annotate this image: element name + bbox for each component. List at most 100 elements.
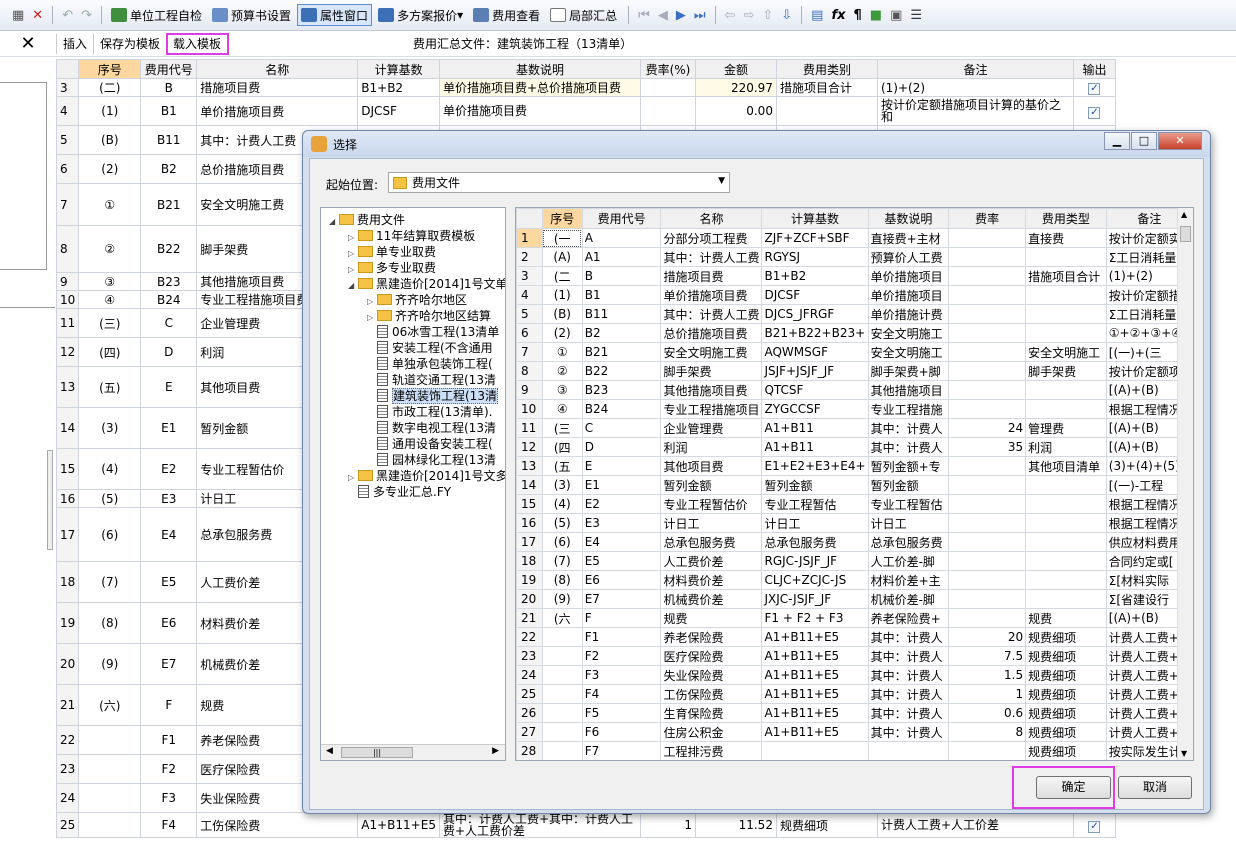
cell-type[interactable]: 规费细项 <box>1025 684 1107 704</box>
cell-rate[interactable] <box>948 342 1027 362</box>
cell-note[interactable]: (1)+(2) <box>876 78 1074 97</box>
cell-rate[interactable]: 35 <box>948 437 1027 457</box>
cell-code[interactable]: B11 <box>140 125 198 155</box>
cell-base[interactable]: JSJF+JSJF_JF <box>761 361 869 381</box>
cell-cat[interactable] <box>775 96 878 126</box>
cell-type[interactable]: 措施项目合计 <box>1025 266 1107 286</box>
grid-row[interactable]: 9 ③ B23 其他措施项目费 QTCSF 其他措施项目 [(A)+(B) <box>516 380 1193 400</box>
screen-icon[interactable]: ▣ <box>890 8 902 23</box>
cell-type[interactable] <box>1025 513 1107 533</box>
tree-file[interactable]: 06冰雪工程(13清单 <box>367 324 499 340</box>
cell-type[interactable] <box>1025 399 1107 419</box>
grid-icon[interactable]: ▦ <box>12 8 24 23</box>
cell-rate[interactable]: 7.5 <box>948 646 1027 666</box>
cell-base[interactable]: DJCSF <box>357 96 440 126</box>
cell-seq[interactable]: ③ <box>78 272 142 291</box>
grid-row[interactable]: 24 F3 失业保险费 A1+B11+E5 其中：计费人 1.5 规费细项 计费人工费+ <box>516 665 1193 685</box>
scroll-thumb[interactable]: ||| <box>341 747 413 758</box>
cell-base[interactable]: A1+B11+E5 <box>761 627 869 647</box>
column-header[interactable]: 基数说明 <box>438 59 641 79</box>
grid-row[interactable]: 28 F7 工程排污费 规费细项 按实际发生计 <box>516 741 1193 760</box>
cell-code[interactable]: E <box>581 456 662 476</box>
cell-type[interactable] <box>1025 589 1107 609</box>
cell-desc[interactable]: 其中：计费人 <box>867 418 950 438</box>
cell-rate[interactable] <box>948 266 1027 286</box>
cell-type[interactable] <box>1025 570 1107 590</box>
cell-code[interactable]: F <box>140 684 198 726</box>
cell-rate[interactable]: 1 <box>948 684 1027 704</box>
cell-base[interactable]: A1+B11+E5 <box>357 812 440 838</box>
grid-row[interactable]: 4 (1) B1 单价措施项目费 DJCSF 单价措施项目 按计价定额措 <box>516 285 1193 305</box>
maximize-button[interactable]: □ <box>1131 132 1157 150</box>
cell-code[interactable]: E3 <box>140 489 198 508</box>
tree-folder[interactable]: ▷ 齐齐哈尔地区结算 <box>367 308 491 324</box>
tree-folder[interactable]: ▷ 多专业取费 <box>348 260 436 276</box>
ok-button[interactable]: 确定 <box>1036 776 1111 799</box>
cell-rate[interactable] <box>639 78 696 97</box>
cell-seq[interactable] <box>541 627 583 647</box>
cell-type[interactable]: 直接费 <box>1025 228 1107 248</box>
cell-seq[interactable]: (2) <box>78 154 142 184</box>
cell-rate[interactable] <box>948 304 1027 324</box>
cell-name[interactable]: 专业工程措施项目 <box>660 399 763 419</box>
tree-file[interactable]: 多专业汇总.FY <box>348 484 451 500</box>
cell-code[interactable]: E4 <box>581 532 662 552</box>
first-record-icon[interactable]: ⏮ <box>638 8 650 23</box>
cell-name[interactable]: 总承包服务费 <box>660 532 763 552</box>
cell-base[interactable]: ZYGCCSF <box>761 399 869 419</box>
tree-folder[interactable]: ▷ 11年结算取费模板 <box>348 228 475 244</box>
cell-seq[interactable]: ① <box>78 183 142 226</box>
cell-name[interactable]: 总价措施项目费 <box>660 323 763 343</box>
cell-desc[interactable]: 单价措施项目费+总价措施项目费 <box>438 78 641 97</box>
cell-seq[interactable]: (5) <box>541 513 583 533</box>
cell-name[interactable]: 工伤保险费 <box>196 812 359 838</box>
cell-desc[interactable]: 养老保险费+ <box>867 608 950 628</box>
grid-row[interactable]: 11 (三 C 企业管理费 A1+B11 其中：计费人 24 管理费 [(A)+(B) <box>516 418 1193 438</box>
column-header[interactable]: 计算基数 <box>357 59 440 79</box>
cell-note[interactable]: 计费人工费+人工价差 <box>876 812 1074 838</box>
grid-row[interactable]: 15 (4) E2 专业工程暂估价 专业工程暂估 专业工程暂估 根据工程情况 <box>516 494 1193 514</box>
cell-desc[interactable]: 单价措施计费 <box>867 304 950 324</box>
grid-row[interactable]: 8 ② B22 脚手架费 JSJF+JSJF_JF 脚手架费+脚 脚手架费 按计价定额项 <box>516 361 1193 381</box>
cell-code[interactable]: E <box>140 366 198 408</box>
grid-column-header[interactable]: 基数说明 <box>867 208 950 229</box>
cell-amount[interactable]: 0.00 <box>694 96 777 126</box>
expand-toggle-icon[interactable]: ◢ <box>329 214 339 230</box>
cell-code[interactable]: E7 <box>581 589 662 609</box>
cell-code[interactable]: A1 <box>581 247 662 267</box>
tree-file[interactable]: 轨道交通工程(13清 <box>367 372 496 388</box>
output-checkbox[interactable]: ✓ <box>1088 83 1101 95</box>
cell-seq[interactable]: (二 <box>541 266 583 286</box>
grid-row[interactable]: 27 F6 住房公积金 A1+B11+E5 其中：计费人 8 规费细项 计费人工费+ <box>516 722 1193 742</box>
cell-code[interactable]: B22 <box>581 361 662 381</box>
cell-code[interactable]: E1 <box>581 475 662 495</box>
cell-desc[interactable]: 其中：计费人 <box>867 665 950 685</box>
toolbar-button-1[interactable]: 预算书设置 <box>208 4 295 26</box>
cell-type[interactable] <box>1025 285 1107 305</box>
cell-code[interactable]: C <box>140 308 198 338</box>
cell-code[interactable]: F3 <box>581 665 662 685</box>
cell-name[interactable]: 人工费价差 <box>660 551 763 571</box>
cell-code[interactable]: B23 <box>581 380 662 400</box>
tree-folder[interactable]: ▷ 单专业取费 <box>348 244 436 260</box>
column-header[interactable]: 序号 <box>78 59 142 79</box>
grid-row[interactable]: 22 F1 养老保险费 A1+B11+E5 其中：计费人 20 规费细项 计费人工费+ <box>516 627 1193 647</box>
move-down-icon[interactable]: ⇩ <box>781 8 792 23</box>
tree-folder[interactable]: ◢ 黑建造价[2014]1号文单 <box>348 276 505 292</box>
grid-row[interactable]: 3 (二 B 措施项目费 B1+B2 单价措施项目 措施项目合计 (1)+(2) <box>516 266 1193 286</box>
cell-code[interactable]: B2 <box>140 154 198 184</box>
cell-desc[interactable]: 暂列金额+专 <box>867 456 950 476</box>
cell-code[interactable]: B <box>581 266 662 286</box>
grid-row[interactable]: 26 F5 生育保险费 A1+B11+E5 其中：计费人 0.6 规费细项 计费人工费+ <box>516 703 1193 723</box>
cell-base[interactable]: B1+B2 <box>357 78 440 97</box>
tree-folder[interactable]: ▷ 黑建造价[2014]1号文多 <box>348 468 505 484</box>
cell-base[interactable]: DJCSF <box>761 285 869 305</box>
cell-name[interactable]: 专业工程暂估价 <box>660 494 763 514</box>
cell-seq[interactable] <box>78 754 142 784</box>
cell-rate[interactable] <box>639 96 696 126</box>
cell-rate[interactable] <box>948 513 1027 533</box>
cell-rate[interactable]: 8 <box>948 722 1027 742</box>
output-checkbox[interactable]: ✓ <box>1088 106 1101 119</box>
cell-name[interactable]: 材料费价差 <box>660 570 763 590</box>
cell-type[interactable]: 规费细项 <box>1025 646 1107 666</box>
